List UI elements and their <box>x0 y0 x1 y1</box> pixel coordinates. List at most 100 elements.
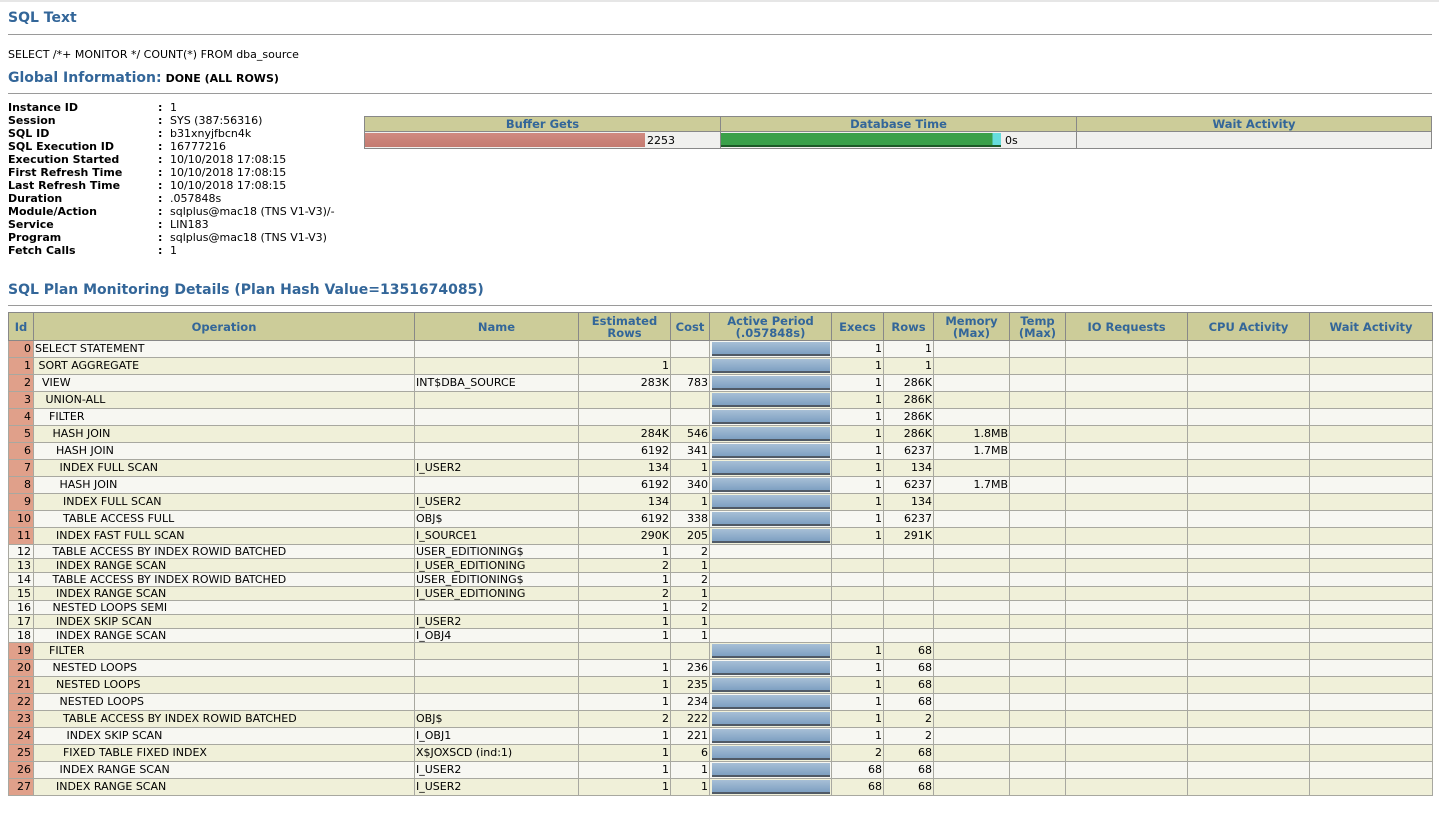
col-header-temp-max[interactable]: Temp (Max) <box>1009 312 1066 341</box>
plan-cell-id: 1 <box>8 357 34 375</box>
plan-cell-io-requests <box>1065 442 1188 460</box>
plan-row[interactable]: 11 INDEX FAST FULL SCAN I_SOURCE1 290K 205 1… <box>8 527 1433 545</box>
plan-cell-io-requests <box>1065 614 1188 629</box>
plan-cell-cpu-activity <box>1187 493 1310 511</box>
plan-row[interactable]: 14 TABLE ACCESS BY INDEX ROWID BATCHED US… <box>8 572 1433 587</box>
plan-row[interactable]: 25 FIXED TABLE FIXED INDEX X$JOXSCD (ind:… <box>8 744 1433 762</box>
plan-cell-cost: 783 <box>670 374 710 392</box>
plan-cell-rows: 286K <box>883 425 934 443</box>
info-row: Fetch Calls:1 <box>8 244 335 257</box>
plan-cell-id: 2 <box>8 374 34 392</box>
active-period-bar[interactable] <box>712 780 830 794</box>
plan-row[interactable]: 12 TABLE ACCESS BY INDEX ROWID BATCHED US… <box>8 544 1433 559</box>
plan-row[interactable]: 20 NESTED LOOPS 1 236 1 68 <box>8 659 1433 677</box>
plan-cell-wait-activity <box>1309 676 1433 694</box>
active-period-bar[interactable] <box>712 661 830 675</box>
plan-row[interactable]: 13 INDEX RANGE SCAN I_USER_EDITIONING 2 1 <box>8 558 1433 573</box>
plan-row[interactable]: 8 HASH JOIN 6192 340 1 6237 1.7MB <box>8 476 1433 494</box>
plan-row[interactable]: 4 FILTER 1 286K <box>8 408 1433 426</box>
plan-cell-cost: 205 <box>670 527 710 545</box>
plan-row[interactable]: 19 FILTER 1 68 <box>8 642 1433 660</box>
col-header-estimated-rows[interactable]: Estimated Rows <box>578 312 671 341</box>
active-period-bar[interactable] <box>712 393 830 407</box>
plan-row[interactable]: 18 INDEX RANGE SCAN I_OBJ4 1 1 <box>8 628 1433 643</box>
plan-cell-active-period <box>709 459 832 477</box>
plan-row[interactable]: 7 INDEX FULL SCAN I_USER2 134 1 1 134 <box>8 459 1433 477</box>
plan-row[interactable]: 5 HASH JOIN 284K 546 1 286K 1.8MB <box>8 425 1433 443</box>
active-period-bar[interactable] <box>712 729 830 743</box>
plan-cell-temp <box>1009 357 1066 375</box>
plan-row[interactable]: 26 INDEX RANGE SCAN I_USER2 1 1 68 68 <box>8 761 1433 779</box>
active-period-bar[interactable] <box>712 444 830 458</box>
active-period-bar[interactable] <box>712 695 830 709</box>
active-period-bar[interactable] <box>712 512 830 526</box>
active-period-bar[interactable] <box>712 712 830 726</box>
plan-row[interactable]: 24 INDEX SKIP SCAN I_OBJ1 1 221 1 2 <box>8 727 1433 745</box>
plan-monitoring-table: Id Operation Name Estimated Rows Cost Active … <box>8 312 1433 796</box>
plan-cell-cost: 1 <box>670 558 710 573</box>
col-header-cpu-activity[interactable]: CPU Activity <box>1187 312 1310 341</box>
col-header-operation[interactable]: Operation <box>33 312 415 341</box>
plan-cell-wait-activity <box>1309 659 1433 677</box>
active-period-bar[interactable] <box>712 529 830 543</box>
plan-row[interactable]: 9 INDEX FULL SCAN I_USER2 134 1 1 134 <box>8 493 1433 511</box>
plan-row[interactable]: 17 INDEX SKIP SCAN I_USER2 1 1 <box>8 614 1433 629</box>
col-header-io-requests[interactable]: IO Requests <box>1065 312 1188 341</box>
plan-cell-rows: 2 <box>883 710 934 728</box>
plan-row[interactable]: 16 NESTED LOOPS SEMI 1 2 <box>8 600 1433 615</box>
col-header-id[interactable]: Id <box>8 312 34 341</box>
active-period-bar[interactable] <box>712 678 830 692</box>
info-row: Session: SYS (387:56316) <box>8 114 335 127</box>
active-period-bar[interactable] <box>712 359 830 373</box>
plan-cell-cpu-activity <box>1187 710 1310 728</box>
col-header-name[interactable]: Name <box>414 312 579 341</box>
plan-cell-estimated-rows: 134 <box>578 493 671 511</box>
active-period-bar[interactable] <box>712 746 830 760</box>
col-header-active-period[interactable]: Active Period (.057848s) <box>709 312 832 341</box>
plan-row[interactable]: 22 NESTED LOOPS 1 234 1 68 <box>8 693 1433 711</box>
plan-cell-estimated-rows: 1 <box>578 761 671 779</box>
plan-row[interactable]: 23 TABLE ACCESS BY INDEX ROWID BATCHED OB… <box>8 710 1433 728</box>
col-header-memory-max[interactable]: Memory (Max) <box>933 312 1010 341</box>
database-time-cell[interactable]: 0s <box>720 131 1077 149</box>
plan-cell-estimated-rows: 6192 <box>578 476 671 494</box>
plan-row[interactable]: 3 UNION-ALL 1 286K <box>8 391 1433 409</box>
active-period-bar[interactable] <box>712 410 830 424</box>
plan-cell-memory <box>933 628 1010 643</box>
col-header-cost[interactable]: Cost <box>670 312 710 341</box>
plan-cell-id: 20 <box>8 659 34 677</box>
plan-cell-execs: 1 <box>831 493 884 511</box>
plan-cell-cost <box>670 642 710 660</box>
plan-row[interactable]: 21 NESTED LOOPS 1 235 1 68 <box>8 676 1433 694</box>
plan-cell-active-period <box>709 710 832 728</box>
active-period-bar[interactable] <box>712 763 830 777</box>
info-colon: : <box>158 179 163 192</box>
plan-cell-active-period <box>709 510 832 528</box>
plan-row[interactable]: 6 HASH JOIN 6192 341 1 6237 1.7MB <box>8 442 1433 460</box>
active-period-bar[interactable] <box>712 461 830 475</box>
col-header-rows[interactable]: Rows <box>883 312 934 341</box>
active-period-bar[interactable] <box>712 495 830 509</box>
plan-cell-wait-activity <box>1309 510 1433 528</box>
plan-cell-temp <box>1009 493 1066 511</box>
buffer-gets-cell[interactable]: 2253 <box>364 131 721 149</box>
active-period-bar[interactable] <box>712 427 830 441</box>
plan-row[interactable]: 10 TABLE ACCESS FULL OBJ$ 6192 338 1 6237 <box>8 510 1433 528</box>
plan-cell-id: 18 <box>8 628 34 643</box>
col-header-execs[interactable]: Execs <box>831 312 884 341</box>
plan-row[interactable]: 27 INDEX RANGE SCAN I_USER2 1 1 68 68 <box>8 778 1433 796</box>
active-period-bar[interactable] <box>712 478 830 492</box>
active-period-bar[interactable] <box>712 342 830 356</box>
plan-row[interactable]: 1 SORT AGGREGATE 1 1 1 <box>8 357 1433 375</box>
plan-row[interactable]: 15 INDEX RANGE SCAN I_USER_EDITIONING 2 1 <box>8 586 1433 601</box>
col-header-wait-activity[interactable]: Wait Activity <box>1309 312 1433 341</box>
plan-cell-id: 22 <box>8 693 34 711</box>
plan-row[interactable]: 0 SELECT STATEMENT 1 1 <box>8 340 1433 358</box>
plan-cell-operation: INDEX FAST FULL SCAN <box>33 527 415 545</box>
active-period-bar[interactable] <box>712 376 830 390</box>
plan-cell-operation: INDEX FULL SCAN <box>33 459 415 477</box>
info-value: 1 <box>170 101 177 114</box>
plan-row[interactable]: 2 VIEW INT$DBA_SOURCE 283K 783 1 286K <box>8 374 1433 392</box>
plan-cell-name: I_USER_EDITIONING <box>414 586 579 601</box>
active-period-bar[interactable] <box>712 644 830 658</box>
